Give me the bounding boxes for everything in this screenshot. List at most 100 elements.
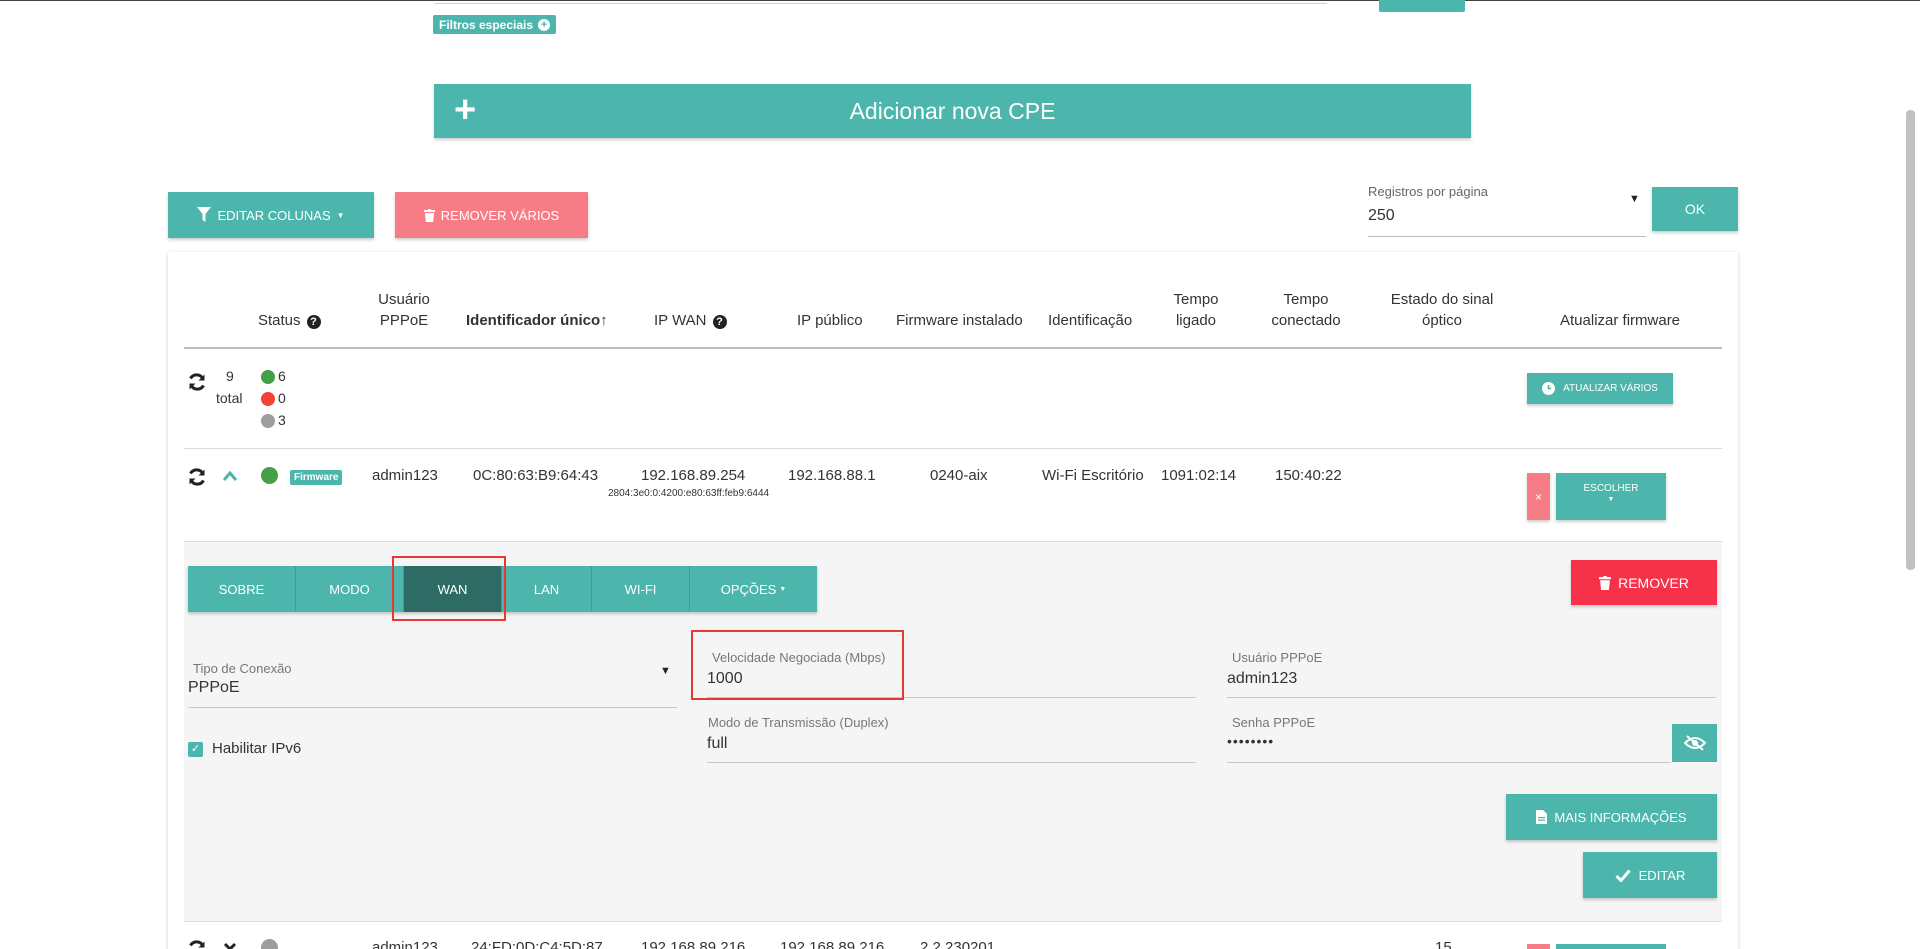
document-icon <box>1536 810 1548 824</box>
refresh-icon[interactable] <box>187 467 207 487</box>
duplex-underline <box>707 762 1196 763</box>
help-icon[interactable]: ? <box>306 315 321 329</box>
edit-button[interactable]: EDITAR <box>1583 852 1717 898</box>
header-ip-wan[interactable]: IP WAN? <box>654 310 727 331</box>
top-border <box>0 0 1920 1</box>
chevron-up-icon[interactable] <box>222 470 238 482</box>
eye-slash-icon <box>1683 735 1706 751</box>
duplex-label: Modo de Transmissão (Duplex) <box>708 715 889 730</box>
header-optical-line2: óptico <box>1421 312 1463 329</box>
tab-about[interactable]: SOBRE <box>188 566 296 612</box>
header-connected-time[interactable]: Tempo conectado <box>1268 289 1344 331</box>
row1-unique-id: 0C:80:63:B9:64:43 <box>473 467 599 484</box>
total-count: 9 <box>226 368 234 384</box>
remove-many-label: REMOVER VÁRIOS <box>440 207 560 223</box>
dropdown-arrow-icon[interactable]: ▼ <box>660 665 671 677</box>
more-info-button[interactable]: MAIS INFORMAÇÕES <box>1506 794 1717 840</box>
row2-ip-wan: 192.168.89.216 <box>641 939 746 949</box>
tab-wifi[interactable]: WI-FI <box>592 566 690 612</box>
highlight-box-speed <box>691 630 904 700</box>
edit-columns-label: EDITAR COLUNAS <box>217 207 331 223</box>
row1-pppoe-user: admin123 <box>372 467 438 484</box>
filter-icon <box>197 207 212 222</box>
cancel-update-button[interactable]: × <box>1527 473 1550 520</box>
update-many-button[interactable]: ATUALIZAR VÁRIOS <box>1527 373 1673 404</box>
row2-unique-id: 24:FD:0D:C4:5D:87 <box>471 939 603 949</box>
highlight-box-wan-tab <box>392 556 506 621</box>
tab-options-label: OPÇÕES <box>720 581 777 597</box>
caret-down-icon: ▼ <box>336 210 345 220</box>
page-scrollbar[interactable] <box>1906 110 1915 570</box>
per-page-underline <box>1368 236 1646 237</box>
trash-icon <box>423 208 435 222</box>
offline-count: 3 <box>278 412 286 428</box>
edit-columns-button[interactable]: EDITAR COLUNAS ▼ <box>168 192 374 238</box>
header-identification[interactable]: Identificação <box>1048 310 1132 331</box>
special-filters-label: Filtros especiais <box>439 17 534 32</box>
row2-firmware: 2.2.230201 <box>920 939 996 949</box>
row-divider <box>184 921 1722 922</box>
add-cpe-button[interactable]: + Adicionar nova CPE <box>434 84 1471 138</box>
tab-options[interactable]: OPÇÕES ▼ <box>690 566 817 612</box>
cancel-update-button[interactable] <box>1527 944 1550 949</box>
help-icon[interactable]: ? <box>712 315 727 329</box>
search-button[interactable] <box>1379 0 1465 12</box>
ipv6-checkbox[interactable]: ✓ <box>188 742 203 757</box>
ipv6-label: Habilitar IPv6 <box>212 740 302 757</box>
choose-firmware-button[interactable] <box>1556 944 1666 949</box>
duplex-input[interactable]: full <box>707 735 727 753</box>
pppoe-user-underline <box>1227 697 1716 698</box>
header-pppoe-user-line2: PPPoE <box>379 312 429 329</box>
refresh-icon[interactable] <box>187 939 207 949</box>
update-many-label: ATUALIZAR VÁRIOS <box>1563 383 1658 394</box>
header-optical-signal[interactable]: Estado do sinal óptico <box>1386 289 1498 331</box>
pppoe-user-label: Usuário PPPoE <box>1232 650 1323 665</box>
toggle-password-button[interactable] <box>1672 724 1717 762</box>
remove-button[interactable]: REMOVER <box>1571 560 1717 605</box>
remove-many-button[interactable]: REMOVER VÁRIOS <box>395 192 588 238</box>
header-uptime-line2: ligado <box>1175 312 1217 329</box>
clock-icon <box>1542 382 1556 395</box>
remove-label: REMOVER <box>1618 574 1689 591</box>
row2-pppoe-user: admin123 <box>372 939 438 949</box>
more-info-label: MAIS INFORMAÇÕES <box>1554 809 1687 825</box>
header-status[interactable]: Status? <box>258 310 321 331</box>
row-divider <box>184 448 1722 449</box>
header-unique-id[interactable]: Identificador único↑ <box>466 310 608 331</box>
add-cpe-label: Adicionar nova CPE <box>849 97 1056 124</box>
tab-mode[interactable]: MODO <box>296 566 404 612</box>
per-page-select[interactable]: 250 <box>1368 207 1395 225</box>
row1-ip-public: 192.168.88.1 <box>788 467 876 484</box>
choose-label: ESCOLHER <box>1583 483 1639 494</box>
alert-count: 0 <box>278 390 286 406</box>
special-filters-chip[interactable]: Filtros especiais + <box>433 15 557 34</box>
header-uptime-line1: Tempo <box>1173 291 1219 308</box>
plus-icon: + <box>454 89 477 131</box>
connection-type-select[interactable]: PPPoE <box>188 679 240 697</box>
tab-lan[interactable]: LAN <box>502 566 592 612</box>
connection-type-underline <box>188 707 677 708</box>
choose-firmware-button[interactable]: ESCOLHER ▼ <box>1556 473 1666 520</box>
close-icon[interactable] <box>222 941 238 949</box>
online-status-dot <box>261 370 275 384</box>
row1-connected-time: 150:40:22 <box>1275 467 1342 484</box>
ok-button[interactable]: OK <box>1652 187 1738 231</box>
header-status-label: Status <box>258 312 301 329</box>
pppoe-user-input[interactable]: admin123 <box>1227 670 1297 688</box>
check-icon <box>1615 869 1631 882</box>
pppoe-password-label: Senha PPPoE <box>1232 715 1316 730</box>
refresh-icon[interactable] <box>187 372 207 392</box>
caret-down-icon: ▼ <box>1607 496 1615 503</box>
header-pppoe-user[interactable]: Usuário PPPoE <box>372 289 436 331</box>
header-uptime[interactable]: Tempo ligado <box>1166 289 1226 331</box>
pppoe-password-input[interactable]: •••••••• <box>1227 733 1274 749</box>
online-status-dot <box>261 467 278 484</box>
header-firmware[interactable]: Firmware instalado <box>896 310 1023 331</box>
offline-status-dot <box>261 414 275 428</box>
header-ip-public[interactable]: IP público <box>797 310 863 331</box>
connection-type-label: Tipo de Conexão <box>193 661 292 676</box>
dropdown-arrow-icon[interactable]: ▼ <box>1629 193 1640 205</box>
row1-ip-wan-v6: 2804:3e0:0:4200:e80:63ff:feb9:6444 <box>608 488 770 499</box>
offline-status-dot <box>261 939 278 949</box>
firmware-badge: Firmware <box>290 470 343 485</box>
